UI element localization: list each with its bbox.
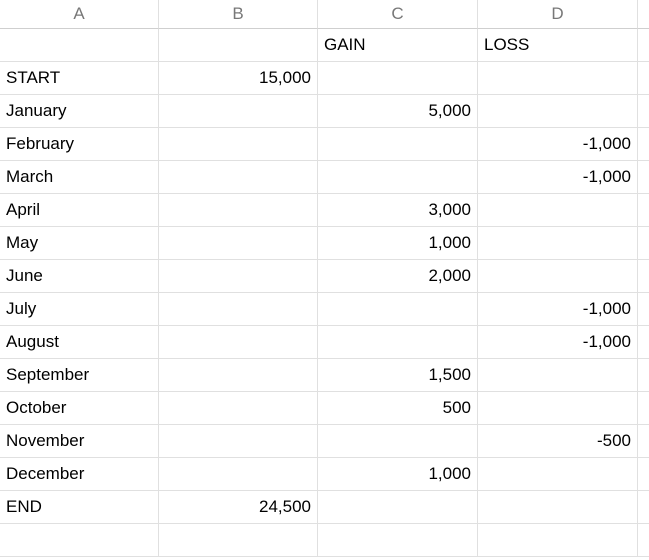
- cell-stub-6: [638, 194, 649, 227]
- cell-A14[interactable]: December: [0, 458, 159, 491]
- cell-C11[interactable]: 1,500: [318, 359, 478, 392]
- cell-A8[interactable]: June: [0, 260, 159, 293]
- cell-D2[interactable]: [478, 62, 638, 95]
- cell-D15[interactable]: [478, 491, 638, 524]
- cell-A1[interactable]: [0, 29, 159, 62]
- col-header-stub: [638, 0, 649, 29]
- cell-A10[interactable]: August: [0, 326, 159, 359]
- cell-A11[interactable]: September: [0, 359, 159, 392]
- cell-stub-3: [638, 95, 649, 128]
- cell-B8[interactable]: [159, 260, 318, 293]
- cell-stub-9: [638, 293, 649, 326]
- col-header-B[interactable]: B: [159, 0, 318, 29]
- cell-D14[interactable]: [478, 458, 638, 491]
- cell-D5[interactable]: -1,000: [478, 161, 638, 194]
- cell-B15[interactable]: 24,500: [159, 491, 318, 524]
- cell-D8[interactable]: [478, 260, 638, 293]
- cell-stub-5: [638, 161, 649, 194]
- cell-B10[interactable]: [159, 326, 318, 359]
- cell-stub-11: [638, 359, 649, 392]
- cell-A7[interactable]: May: [0, 227, 159, 260]
- cell-stub-2: [638, 62, 649, 95]
- cell-B3[interactable]: [159, 95, 318, 128]
- cell-A13[interactable]: November: [0, 425, 159, 458]
- cell-stub-4: [638, 128, 649, 161]
- cell-C4[interactable]: [318, 128, 478, 161]
- cell-A4[interactable]: February: [0, 128, 159, 161]
- cell-stub-1: [638, 29, 649, 62]
- cell-C7[interactable]: 1,000: [318, 227, 478, 260]
- cell-C12[interactable]: 500: [318, 392, 478, 425]
- cell-B13[interactable]: [159, 425, 318, 458]
- spreadsheet-grid[interactable]: A B C D GAIN LOSS START 15,000 January 5…: [0, 0, 649, 557]
- cell-stub-12: [638, 392, 649, 425]
- cell-A3[interactable]: January: [0, 95, 159, 128]
- cell-C6[interactable]: 3,000: [318, 194, 478, 227]
- cell-stub-8: [638, 260, 649, 293]
- cell-C10[interactable]: [318, 326, 478, 359]
- cell-A9[interactable]: July: [0, 293, 159, 326]
- cell-B16[interactable]: [159, 524, 318, 557]
- cell-C9[interactable]: [318, 293, 478, 326]
- cell-A12[interactable]: October: [0, 392, 159, 425]
- cell-D4[interactable]: -1,000: [478, 128, 638, 161]
- cell-C15[interactable]: [318, 491, 478, 524]
- cell-stub-10: [638, 326, 649, 359]
- cell-stub-16: [638, 524, 649, 557]
- cell-C2[interactable]: [318, 62, 478, 95]
- cell-B4[interactable]: [159, 128, 318, 161]
- cell-B2[interactable]: 15,000: [159, 62, 318, 95]
- cell-stub-15: [638, 491, 649, 524]
- cell-B14[interactable]: [159, 458, 318, 491]
- cell-A6[interactable]: April: [0, 194, 159, 227]
- cell-A5[interactable]: March: [0, 161, 159, 194]
- cell-D12[interactable]: [478, 392, 638, 425]
- cell-C1[interactable]: GAIN: [318, 29, 478, 62]
- col-header-D[interactable]: D: [478, 0, 638, 29]
- col-header-C[interactable]: C: [318, 0, 478, 29]
- cell-A16[interactable]: [0, 524, 159, 557]
- cell-D13[interactable]: -500: [478, 425, 638, 458]
- cell-D11[interactable]: [478, 359, 638, 392]
- cell-C13[interactable]: [318, 425, 478, 458]
- cell-C8[interactable]: 2,000: [318, 260, 478, 293]
- cell-D7[interactable]: [478, 227, 638, 260]
- cell-stub-13: [638, 425, 649, 458]
- cell-A2[interactable]: START: [0, 62, 159, 95]
- cell-B7[interactable]: [159, 227, 318, 260]
- cell-A15[interactable]: END: [0, 491, 159, 524]
- cell-B11[interactable]: [159, 359, 318, 392]
- cell-C5[interactable]: [318, 161, 478, 194]
- cell-B5[interactable]: [159, 161, 318, 194]
- cell-B12[interactable]: [159, 392, 318, 425]
- cell-C3[interactable]: 5,000: [318, 95, 478, 128]
- cell-B1[interactable]: [159, 29, 318, 62]
- cell-D16[interactable]: [478, 524, 638, 557]
- cell-C16[interactable]: [318, 524, 478, 557]
- cell-D10[interactable]: -1,000: [478, 326, 638, 359]
- cell-stub-14: [638, 458, 649, 491]
- cell-D6[interactable]: [478, 194, 638, 227]
- cell-stub-7: [638, 227, 649, 260]
- cell-B9[interactable]: [159, 293, 318, 326]
- cell-B6[interactable]: [159, 194, 318, 227]
- cell-D3[interactable]: [478, 95, 638, 128]
- cell-D1[interactable]: LOSS: [478, 29, 638, 62]
- cell-C14[interactable]: 1,000: [318, 458, 478, 491]
- cell-D9[interactable]: -1,000: [478, 293, 638, 326]
- col-header-A[interactable]: A: [0, 0, 159, 29]
